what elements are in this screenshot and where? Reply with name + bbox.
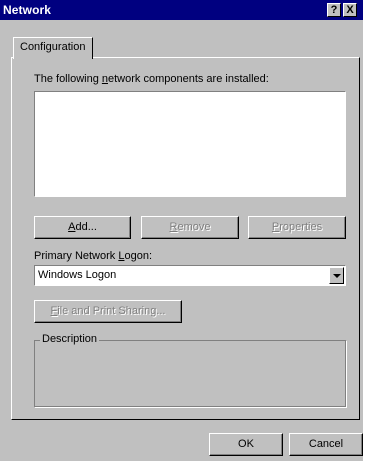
file-print-sharing-button[interactable]: File and Print Sharing...: [34, 300, 182, 323]
properties-button[interactable]: Properties: [248, 216, 346, 239]
primary-logon-value: Windows Logon: [38, 269, 117, 281]
primary-logon-select[interactable]: Windows Logon: [34, 265, 346, 286]
network-dialog: Network ? X Configuration The following …: [0, 0, 363, 461]
add-button[interactable]: Add...: [34, 216, 131, 239]
tab-configuration-label: Configuration: [20, 41, 86, 53]
chevron-down-icon[interactable]: [329, 267, 344, 284]
primary-logon-label: Primary Network Logon:: [34, 250, 152, 262]
remove-button[interactable]: Remove: [141, 216, 239, 239]
window-title: Network: [3, 3, 52, 17]
components-label: The following network components are ins…: [34, 73, 269, 85]
help-button[interactable]: ?: [327, 3, 341, 17]
description-legend: Description: [40, 333, 100, 345]
tab-configuration[interactable]: Configuration: [13, 37, 93, 59]
ok-button[interactable]: OK: [209, 433, 283, 456]
components-list[interactable]: [34, 91, 346, 197]
cancel-button[interactable]: Cancel: [289, 433, 363, 456]
title-bar[interactable]: Network ? X: [0, 0, 363, 20]
description-group: Description: [34, 333, 346, 407]
close-button[interactable]: X: [343, 3, 357, 17]
